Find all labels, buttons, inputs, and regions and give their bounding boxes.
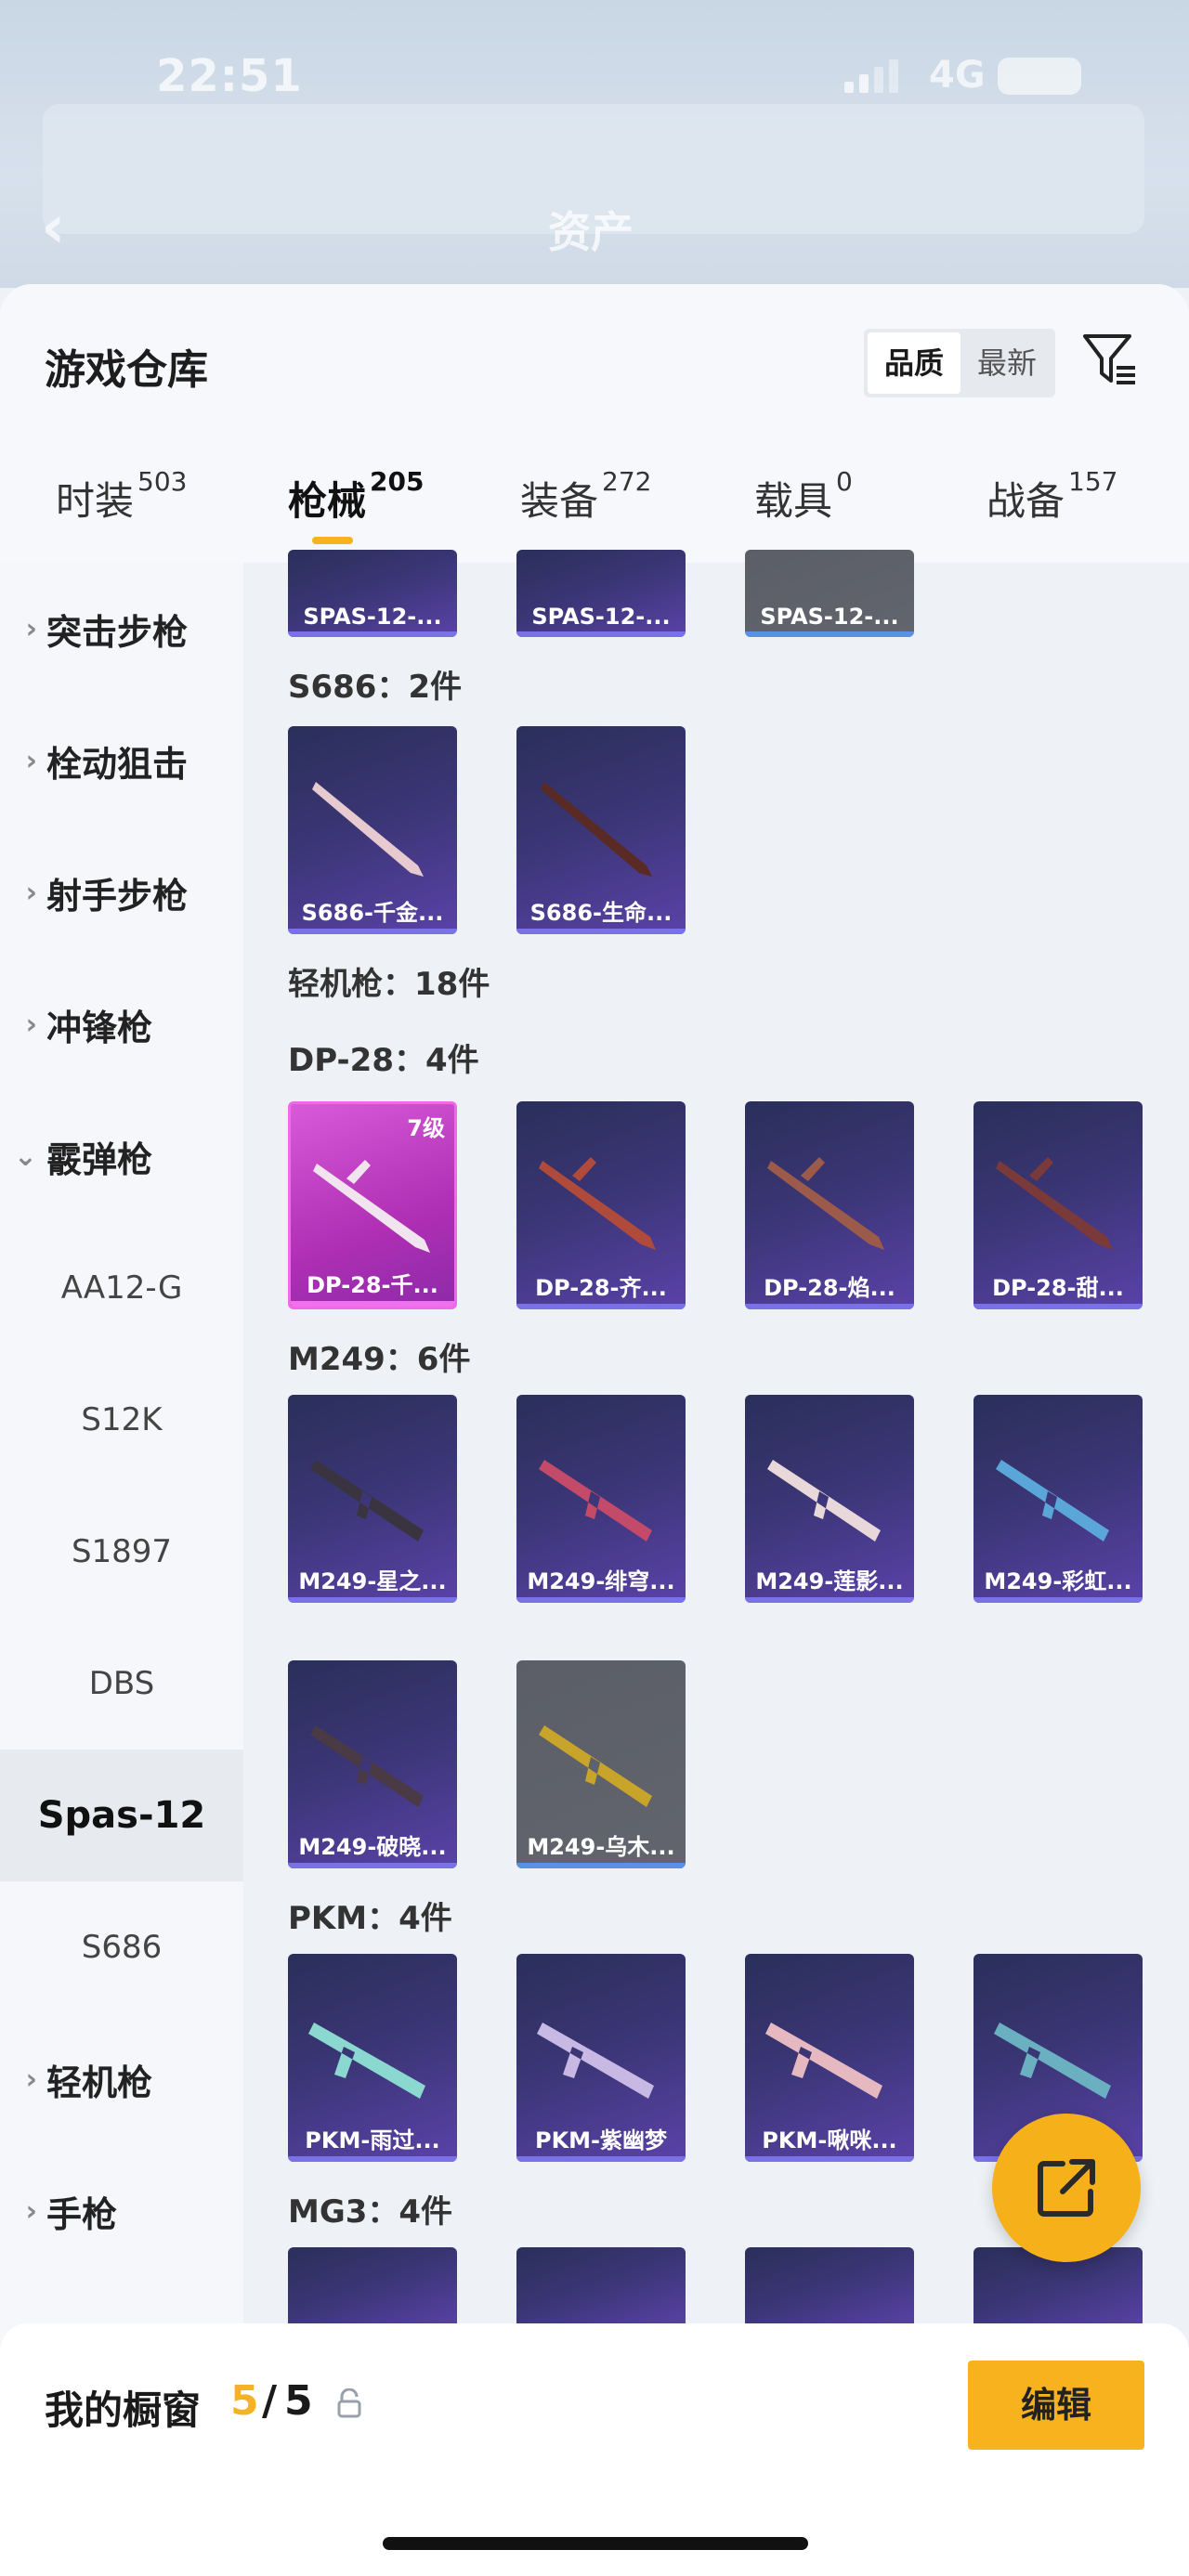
gun-card[interactable]: DP-28-甜... [973,1101,1143,1309]
gun-card-legendary[interactable]: 7级 DP-28-千... [288,1101,457,1309]
chevron-right-icon: › [25,744,37,777]
gun-card[interactable]: SPAS-12-... [745,550,914,637]
gun-card[interactable]: M249-莲影... [745,1395,914,1603]
gun-card[interactable]: PKM-紫幽梦 [516,1954,686,2162]
section-title-mg3: MG3：4件 [288,2193,453,2231]
sidebar-item-marksman-rifle[interactable]: › 射手步枪 [0,826,243,958]
lmg-icon [313,1160,430,1253]
sidebar-item-s12k[interactable]: S12K [0,1354,243,1486]
section-title-dp28: DP-28：4件 [288,1042,479,1079]
back-arrow-icon[interactable]: ‹ [41,193,65,262]
showcase-max: 5 [284,2377,313,2425]
gun-card[interactable]: PKM-雨过... [288,1954,457,2162]
tab-supplies[interactable]: 战备 157 [986,466,1117,527]
home-indicator [383,2537,808,2550]
section-title-s686: S686：2件 [288,669,463,706]
lmg-icon [996,1460,1109,1542]
chevron-right-icon: › [25,1008,37,1041]
sort-newest-button[interactable]: 最新 [962,332,1052,394]
gun-card[interactable]: M249-星之... [288,1395,457,1603]
section-title-lmg: 轻机枪：18件 [288,966,490,1003]
lmg-icon [537,2023,654,2099]
section-title-m249: M249：6件 [288,1341,471,1378]
sidebar-item-spas12[interactable]: Spas-12 [0,1750,243,1881]
gun-card[interactable]: SPAS-12-... [516,550,686,637]
lmg-icon [765,2023,882,2099]
gun-card[interactable]: M249-乌木... [516,1660,686,1868]
chevron-right-icon: › [25,876,37,909]
share-button[interactable] [992,2114,1141,2262]
gun-card[interactable] [288,2247,457,2331]
edit-button[interactable]: 编辑 [968,2361,1144,2450]
gun-card[interactable]: M249-绯穹... [516,1395,686,1603]
signal-icon [844,59,898,93]
lock-icon [337,2388,361,2418]
filter-icon[interactable] [1081,331,1141,390]
lmg-icon [767,1460,881,1542]
sidebar-item-bolt-sniper[interactable]: › 栓动狙击 [0,695,243,826]
section-title-pkm: PKM：4件 [288,1900,452,1937]
gun-card[interactable]: M249-破晓... [288,1660,457,1868]
header-title: 资产 [548,207,634,257]
lmg-icon [539,1460,652,1542]
sidebar-item-dbs[interactable]: DBS [0,1618,243,1750]
category-sidebar: › 突击步枪 › 栓动狙击 › 射手步枪 › 冲锋枪 ⌄ 霰弹枪 AA12-G S12K … [0,563,243,2576]
gun-card[interactable]: S686-千金... [288,726,457,934]
lmg-icon [539,1725,652,1807]
chevron-right-icon: › [25,2194,37,2228]
gun-card[interactable]: M249-彩虹... [973,1395,1143,1603]
network-type: 4G [929,54,986,97]
gun-card[interactable] [516,2247,686,2331]
sidebar-item-lmg[interactable]: › 轻机枪 [0,2013,243,2145]
tab-equipment[interactable]: 装备 272 [520,466,651,527]
gun-card[interactable] [745,2247,914,2331]
sidebar-item-assault-rifle[interactable]: › 突击步枪 [0,563,243,695]
lmg-icon [310,1725,424,1807]
gun-card[interactable]: SPAS-12-... [288,550,457,637]
chevron-right-icon: › [25,2062,37,2096]
showcase-count: 5 [230,2377,259,2425]
showcase-separator: / [262,2377,278,2425]
tab-fashion[interactable]: 时装 503 [56,466,187,527]
gun-card[interactable]: S686-生命... [516,726,686,934]
lmg-icon [767,1157,884,1250]
shotgun-icon [312,782,424,877]
lmg-icon [310,1460,424,1542]
sidebar-item-pistol[interactable]: › 手枪 [0,2145,243,2277]
active-tab-indicator [312,537,353,544]
sidebar-item-s1897[interactable]: S1897 [0,1486,243,1618]
shotgun-icon [541,782,652,877]
sort-quality-button[interactable]: 品质 [868,332,960,394]
lmg-icon [996,1157,1113,1250]
sidebar-item-s686[interactable]: S686 [0,1881,243,2013]
gun-card[interactable]: PKM-啾咪... [745,1954,914,2162]
battery-icon [998,58,1081,95]
sidebar-item-aa12g[interactable]: AA12-G [0,1222,243,1354]
external-link-icon [1038,2159,1095,2217]
sidebar-item-shotgun[interactable]: ⌄ 霰弹枪 [0,1090,243,1222]
chevron-down-icon: ⌄ [13,1139,37,1173]
lmg-icon [994,2023,1111,2099]
showcase-title: 我的橱窗 [45,2387,202,2433]
warehouse-title: 游戏仓库 [45,346,208,394]
status-time: 22:51 [156,50,303,102]
tab-vehicles[interactable]: 载具 0 [754,466,853,527]
lmg-icon [308,2023,425,2099]
tab-guns[interactable]: 枪械 205 [288,466,424,527]
gun-card[interactable]: DP-28-齐... [516,1101,686,1309]
chevron-right-icon: › [25,612,37,645]
gun-card[interactable]: DP-28-焰... [745,1101,914,1309]
lmg-icon [539,1157,656,1250]
level-badge: 7级 [407,1115,445,1141]
sidebar-item-smg[interactable]: › 冲锋枪 [0,958,243,1090]
